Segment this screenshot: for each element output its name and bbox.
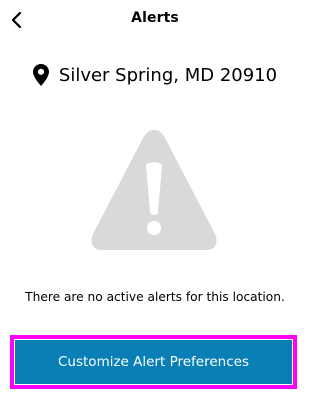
- location-label: Silver Spring, MD 20910: [58, 64, 278, 86]
- customize-alert-preferences-button[interactable]: Customize Alert Preferences: [15, 340, 292, 384]
- warning-triangle-icon: [91, 130, 217, 250]
- location-row: Silver Spring, MD 20910: [0, 64, 310, 86]
- page-title: Alerts: [131, 10, 179, 26]
- alerts-screen: Alerts Silver Spring, MD 20910 There are…: [0, 0, 310, 395]
- empty-state-message: There are no active alerts for this loca…: [25, 290, 285, 304]
- header-bar: Alerts: [0, 0, 310, 40]
- map-pin-icon: [32, 64, 49, 86]
